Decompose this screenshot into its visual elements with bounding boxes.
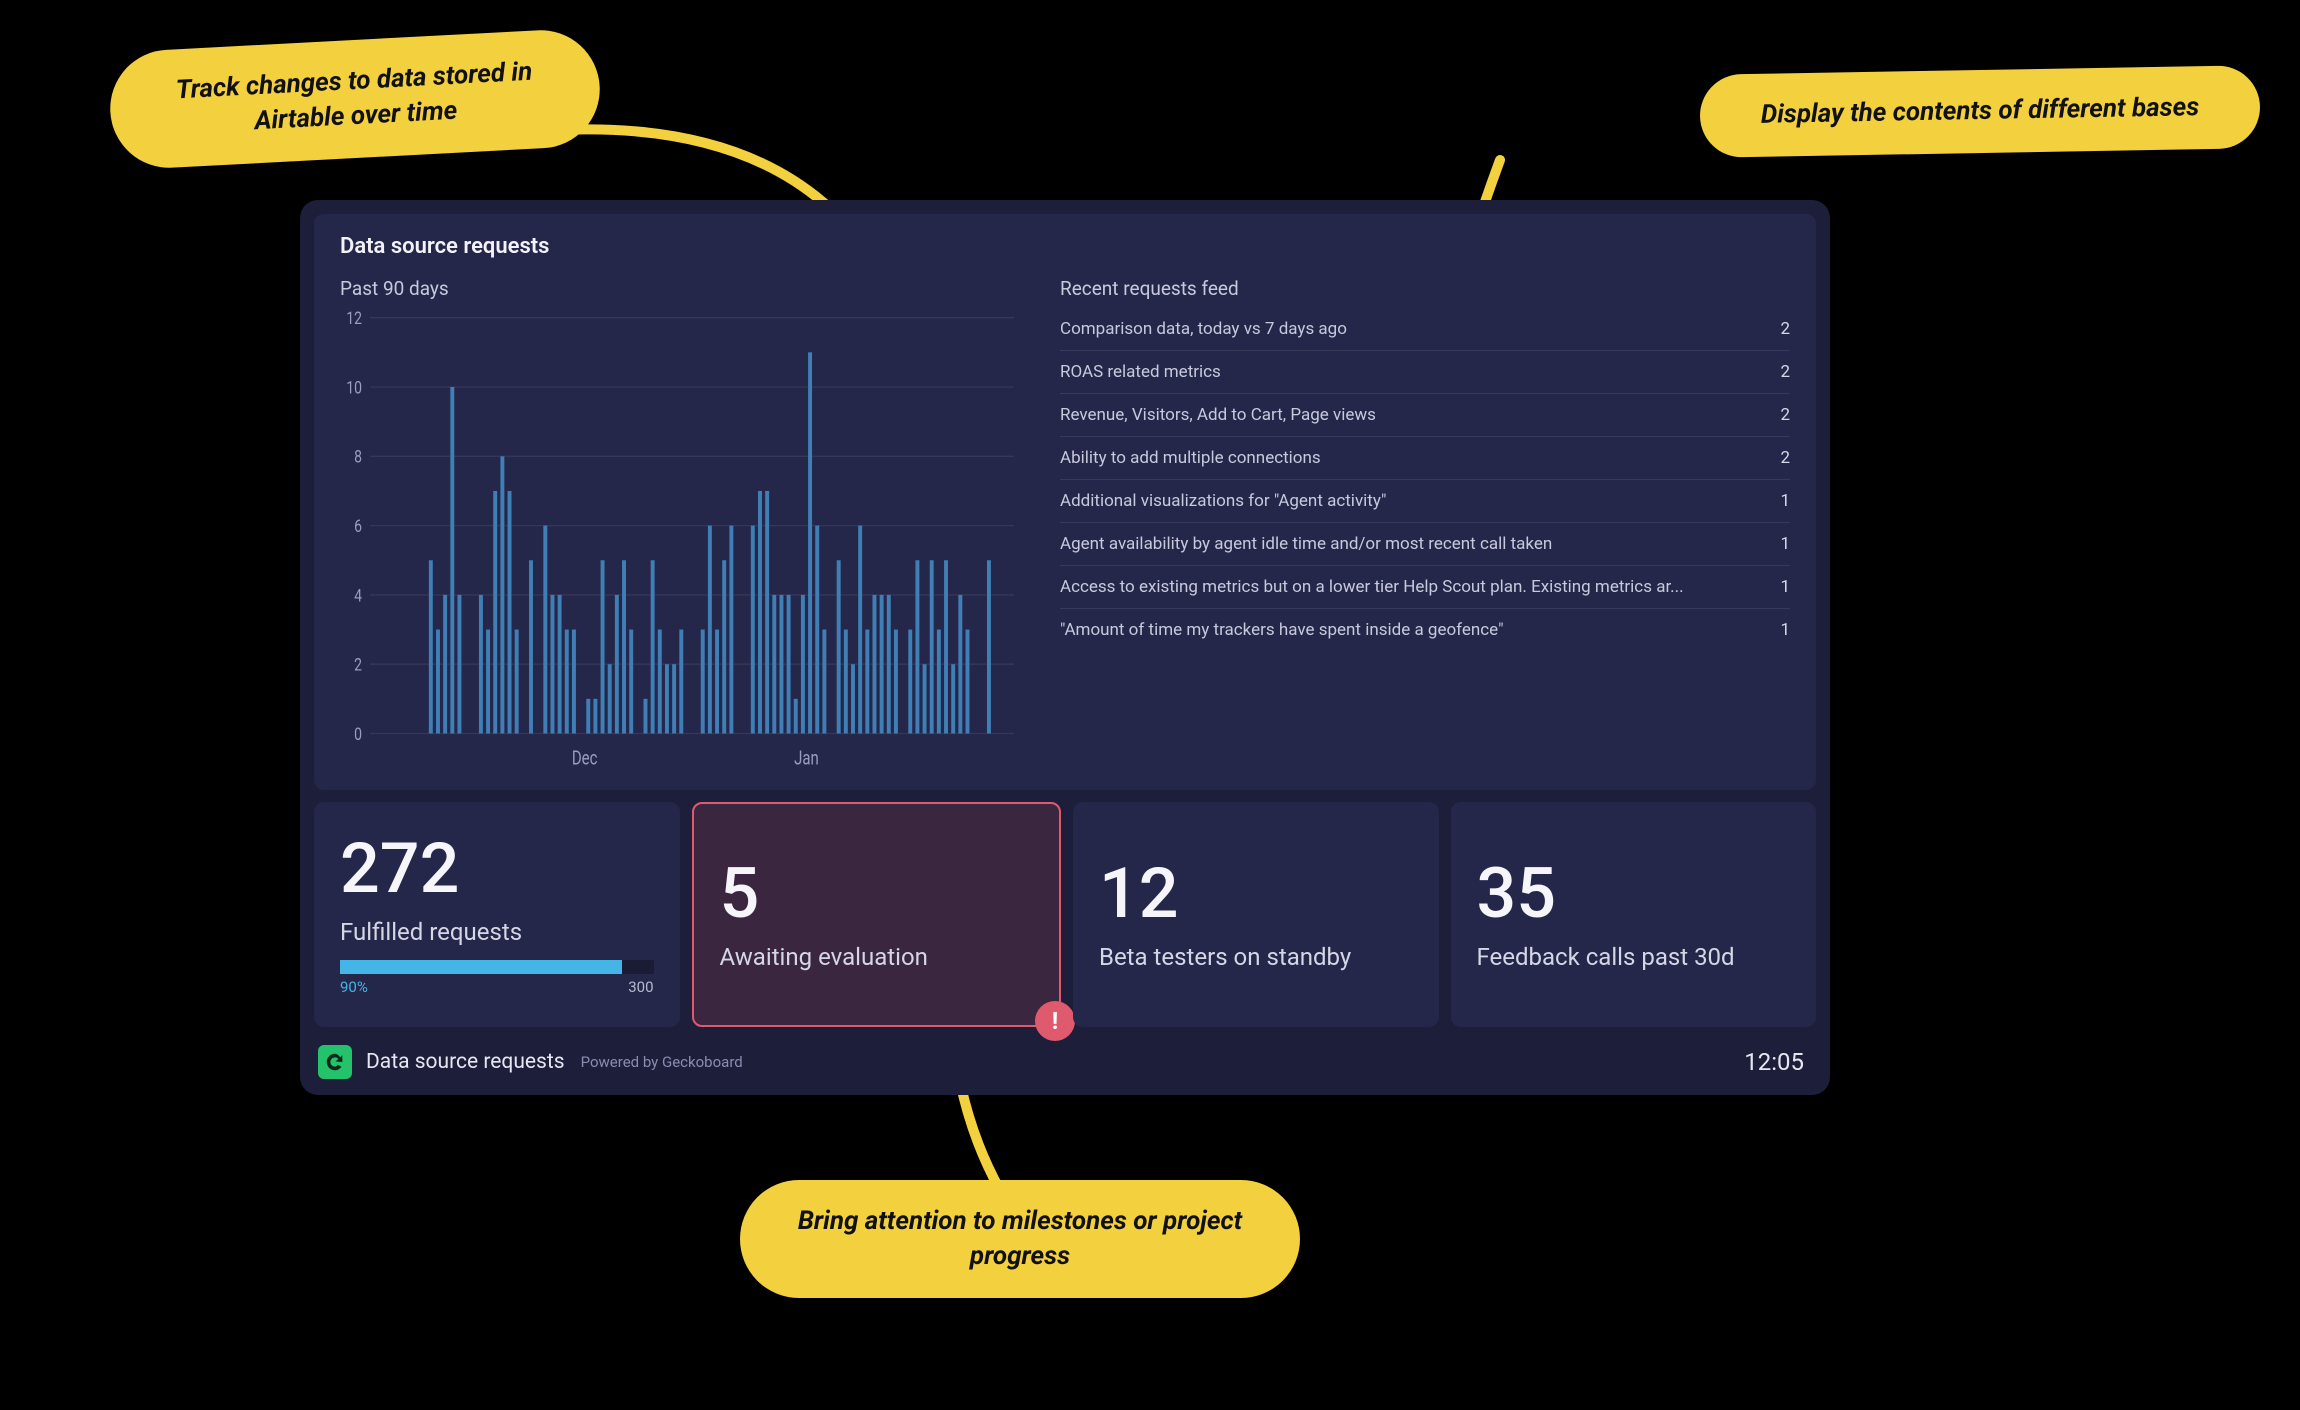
- svg-text:0: 0: [354, 723, 362, 744]
- feed-row: Ability to add multiple connections 2: [1060, 437, 1790, 480]
- feed-row-label: Revenue, Visitors, Add to Cart, Page vie…: [1060, 405, 1376, 425]
- dashboard-card: Data source requests Past 90 days 0 2 4 6 8 1…: [300, 200, 1830, 1095]
- chart-subtitle: Past 90 days: [340, 277, 1020, 300]
- feed-subtitle: Recent requests feed: [1060, 277, 1790, 300]
- feed-row-label: Additional visualizations for "Agent act…: [1060, 491, 1387, 511]
- alert-icon: !: [1035, 1001, 1075, 1041]
- annotation-airtable-tracking: Track changes to data stored in Airtable…: [107, 27, 603, 171]
- svg-text:Dec: Dec: [572, 748, 598, 770]
- feed-column: Recent requests feed Comparison data, to…: [1060, 277, 1790, 772]
- kpi-label: Awaiting evaluation: [720, 943, 1034, 971]
- feed-row-count: 1: [1780, 491, 1790, 511]
- kpi-row: 272 Fulfilled requests 90% 300 5 Awaiting eva…: [314, 802, 1816, 1027]
- kpi-value: 12: [1099, 859, 1413, 929]
- feed-row-count: 2: [1780, 319, 1790, 339]
- feed-row: ROAS related metrics 2: [1060, 351, 1790, 394]
- feed-row: "Amount of time my trackers have spent i…: [1060, 609, 1790, 651]
- dashboard-footer: Data source requests Powered by Geckoboa…: [314, 1039, 1816, 1081]
- feed-row: Revenue, Visitors, Add to Cart, Page vie…: [1060, 394, 1790, 437]
- feed-row-label: ROAS related metrics: [1060, 362, 1221, 382]
- svg-text:Jan: Jan: [794, 748, 819, 770]
- feed-row-count: 2: [1780, 405, 1790, 425]
- kpi-label: Beta testers on standby: [1099, 943, 1413, 971]
- svg-text:8: 8: [354, 446, 362, 467]
- feed-row-label: Access to existing metrics but on a lowe…: [1060, 577, 1684, 597]
- svg-text:4: 4: [354, 585, 362, 606]
- feed-list: Comparison data, today vs 7 days ago2ROA…: [1060, 308, 1790, 651]
- top-row-card: Data source requests Past 90 days 0 2 4 6 8 1…: [314, 214, 1816, 790]
- kpi-progress-pct: 90%: [340, 978, 368, 996]
- kpi-label: Feedback calls past 30d: [1477, 943, 1791, 971]
- kpi-value: 272: [340, 834, 654, 904]
- footer-powered-by: Powered by Geckoboard: [581, 1053, 743, 1071]
- feed-row-count: 2: [1780, 362, 1790, 382]
- feed-row-count: 2: [1780, 448, 1790, 468]
- kpi-progress: 90% 300: [340, 960, 654, 996]
- feed-row-count: 1: [1780, 620, 1790, 640]
- feed-row-label: "Amount of time my trackers have spent i…: [1060, 620, 1504, 640]
- footer-dashboard-name: Data source requests: [366, 1050, 565, 1074]
- svg-text:2: 2: [354, 654, 362, 675]
- feed-row: Comparison data, today vs 7 days ago 2: [1060, 308, 1790, 351]
- bar-chart: 0 2 4 6 8 10 12 Dec Jan: [340, 310, 1020, 772]
- feed-row: Access to existing metrics but on a lowe…: [1060, 566, 1790, 609]
- svg-text:10: 10: [346, 377, 362, 398]
- feed-row-label: Ability to add multiple connections: [1060, 448, 1321, 468]
- kpi-card: 12 Beta testers on standby: [1073, 802, 1439, 1027]
- feed-row-label: Comparison data, today vs 7 days ago: [1060, 319, 1347, 339]
- annotation-display-bases: Display the contents of different bases: [1699, 65, 2260, 158]
- kpi-value: 5: [720, 859, 1034, 929]
- feed-row-label: Agent availability by agent idle time an…: [1060, 534, 1552, 554]
- kpi-value: 35: [1477, 859, 1791, 929]
- kpi-card: 272 Fulfilled requests 90% 300: [314, 802, 680, 1027]
- annotation-milestones: Bring attention to milestones or project…: [740, 1180, 1300, 1298]
- chart-column: Past 90 days 0 2 4 6 8 10 12 Dec Jan: [340, 277, 1020, 772]
- svg-text:12: 12: [346, 310, 362, 329]
- geckoboard-logo-icon: [318, 1045, 352, 1079]
- kpi-card: 35 Feedback calls past 30d: [1451, 802, 1817, 1027]
- feed-row: Additional visualizations for "Agent act…: [1060, 480, 1790, 523]
- dashboard-title: Data source requests: [340, 234, 1790, 259]
- kpi-label: Fulfilled requests: [340, 918, 654, 946]
- feed-row: Agent availability by agent idle time an…: [1060, 523, 1790, 566]
- kpi-progress-target: 300: [628, 978, 653, 996]
- feed-row-count: 1: [1780, 534, 1790, 554]
- svg-text:6: 6: [354, 515, 362, 536]
- footer-clock: 12:05: [1744, 1048, 1804, 1076]
- kpi-card: 5Awaiting evaluation!: [692, 802, 1062, 1027]
- feed-row-count: 1: [1780, 577, 1790, 597]
